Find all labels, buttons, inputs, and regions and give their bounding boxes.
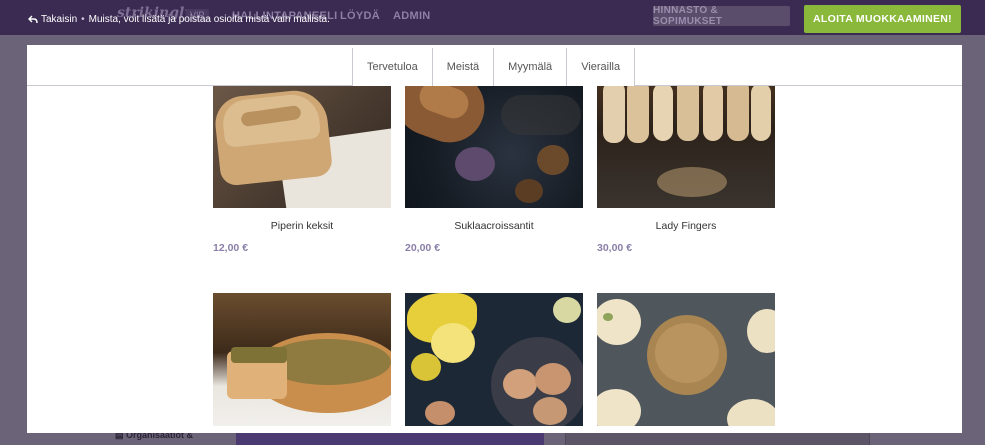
product-image-pistachio-cookies (597, 293, 775, 426)
product-price: 12,00 € (213, 242, 249, 254)
tab-about[interactable]: Meistä (431, 48, 494, 86)
tab-welcome[interactable]: Tervetuloa (352, 48, 432, 86)
product-name: Piperin keksit (270, 220, 334, 232)
product-name: Lady Fingers (655, 220, 717, 232)
template-preview: Tervetuloa Meistä Myymälä Vierailla Pipe… (27, 45, 962, 433)
product-price: 20,00 € (405, 242, 441, 254)
tab-store[interactable]: Myymälä (493, 48, 567, 86)
product-image-lady-fingers (597, 75, 775, 208)
product-card[interactable] (213, 293, 391, 426)
separator-dot: • (81, 14, 85, 25)
preview-nav: Tervetuloa Meistä Myymälä Vierailla (27, 45, 962, 86)
bg-purple-panel (236, 433, 544, 445)
nav-admin[interactable]: ADMIN (393, 10, 431, 22)
product-card[interactable] (597, 293, 775, 426)
nav-discover[interactable]: LÖYDÄ (340, 10, 380, 22)
product-card[interactable]: Lady Fingers 30,00 € (597, 75, 775, 254)
product-price: 30,00 € (597, 242, 633, 254)
product-card[interactable]: Suklaacroissantit 20,00 € (405, 75, 583, 254)
product-name: Suklaacroissantit (454, 220, 534, 232)
back-label: Takaisin (41, 14, 78, 25)
back-link[interactable]: Takaisin (28, 14, 77, 25)
app-topbar: strikingly VIP HALLINTAPANEELI LÖYDÄ ADM… (0, 0, 985, 35)
start-editing-button[interactable]: ALOITA MUOKKAAMINEN! (804, 5, 961, 33)
back-notice-row: Takaisin • Muista, voit lisätä ja poista… (28, 14, 330, 25)
product-image-cookies-flowers (405, 293, 583, 426)
product-image-croissant (405, 75, 583, 208)
notice-text: Muista, voit lisätä ja poistaa osioita m… (88, 14, 330, 25)
product-image-bread (213, 75, 391, 208)
pricing-button[interactable]: HINNASTO & SOPIMUKSET (653, 5, 790, 27)
product-card[interactable] (405, 293, 583, 426)
tab-visit[interactable]: Vierailla (566, 48, 636, 86)
product-card[interactable]: Piperin keksit 12,00 € (213, 75, 391, 254)
back-arrow-icon (28, 15, 38, 24)
product-image-quiche (213, 293, 391, 426)
bg-card (565, 433, 870, 445)
